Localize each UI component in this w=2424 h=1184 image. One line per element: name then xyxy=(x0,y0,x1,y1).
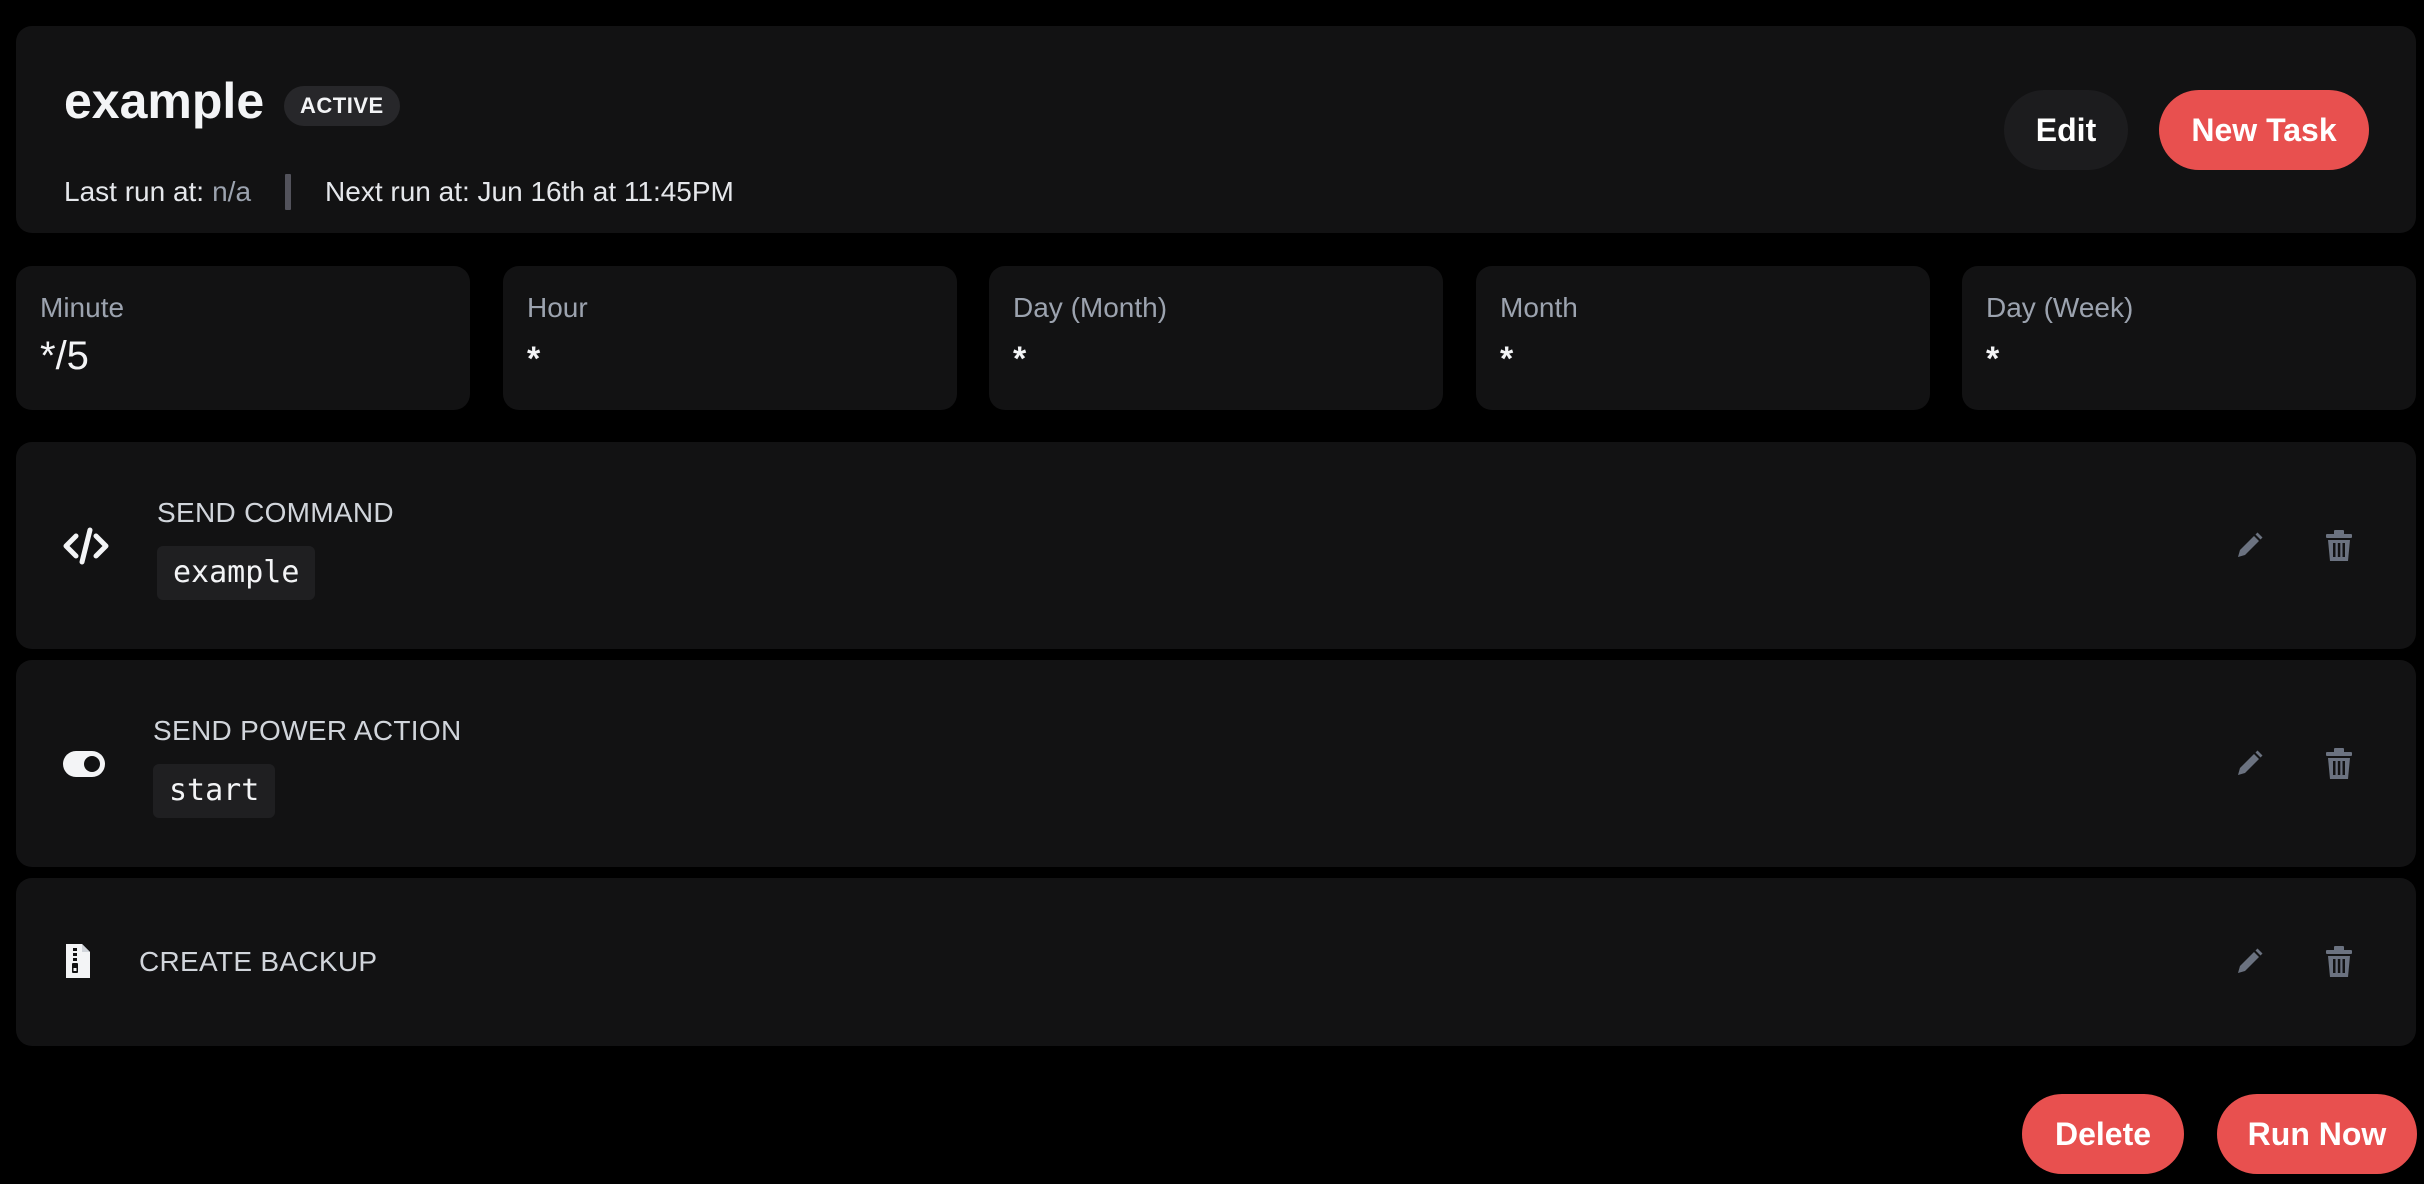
cron-day-of-month: Day (Month) * xyxy=(989,266,1443,410)
schedule-name: example xyxy=(64,73,265,129)
delete-schedule-button[interactable]: Delete xyxy=(2022,1094,2184,1174)
status-badge: ACTIVE xyxy=(284,86,400,126)
cron-label: Day (Week) xyxy=(1986,292,2134,323)
cron-label: Month xyxy=(1500,292,1578,323)
task-payload: start xyxy=(153,764,276,818)
last-run-value: n/a xyxy=(212,176,252,207)
code-icon xyxy=(62,526,110,571)
trash-icon[interactable] xyxy=(2319,942,2359,982)
toggle-icon xyxy=(62,750,106,783)
task-item: SEND POWER ACTION start xyxy=(16,660,2416,867)
cron-value: */5 xyxy=(40,334,89,378)
task-title: SEND POWER ACTION xyxy=(153,715,462,746)
run-now-button[interactable]: Run Now xyxy=(2217,1094,2417,1174)
pencil-icon[interactable] xyxy=(2229,526,2269,566)
task-payload: example xyxy=(157,546,316,600)
trash-icon[interactable] xyxy=(2319,526,2359,566)
trash-icon[interactable] xyxy=(2319,744,2359,784)
cron-hour: Hour * xyxy=(503,266,957,410)
cron-label: Day (Month) xyxy=(1013,292,1168,323)
schedule-header: example ACTIVE Last run at: n/a Next run… xyxy=(16,26,2416,233)
schedule-page: example ACTIVE Last run at: n/a Next run… xyxy=(0,0,2424,1184)
new-task-button[interactable]: New Task xyxy=(2159,90,2369,170)
cron-label: Hour xyxy=(527,292,588,323)
cron-value: * xyxy=(527,340,541,378)
pencil-icon[interactable] xyxy=(2229,744,2269,784)
task-item: CREATE BACKUP xyxy=(16,878,2416,1046)
cron-value: * xyxy=(1986,340,2000,378)
cron-minute: Minute */5 xyxy=(16,266,470,410)
file-archive-icon xyxy=(64,942,92,985)
cron-value: * xyxy=(1500,340,1514,378)
last-run-label: Last run at: xyxy=(64,176,205,207)
task-title: CREATE BACKUP xyxy=(139,946,378,977)
run-info: Last run at: n/a Next run at: Jun 16th a… xyxy=(64,174,734,210)
pencil-icon[interactable] xyxy=(2229,942,2269,982)
cron-label: Minute xyxy=(40,292,125,323)
task-item: SEND COMMAND example xyxy=(16,442,2416,649)
edit-button[interactable]: Edit xyxy=(2004,90,2128,170)
cron-day-of-week: Day (Week) * xyxy=(1962,266,2416,410)
cron-month: Month * xyxy=(1476,266,1930,410)
cron-value: * xyxy=(1013,340,1027,378)
run-info-divider xyxy=(285,174,292,210)
next-run-label: Next run at: Jun 16th at 11:45PM xyxy=(325,176,734,207)
task-title: SEND COMMAND xyxy=(157,497,394,528)
